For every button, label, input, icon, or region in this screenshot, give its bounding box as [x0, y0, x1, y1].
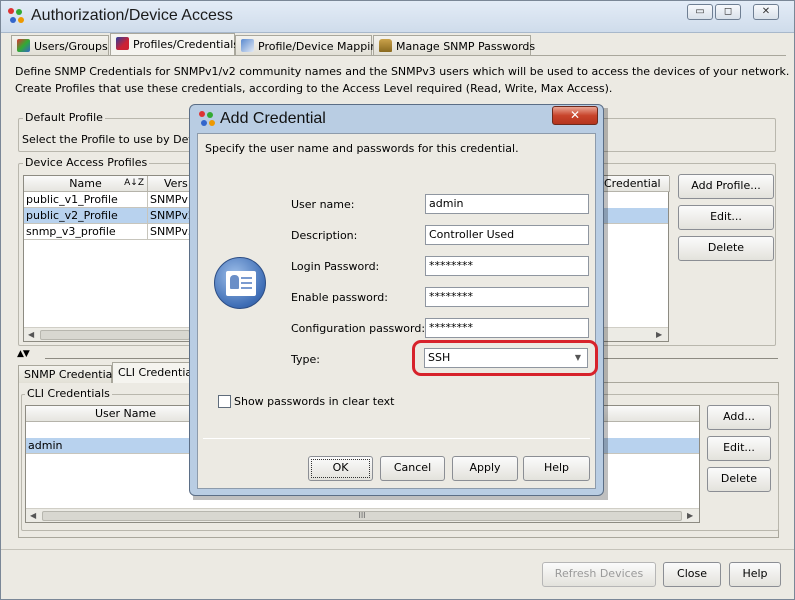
- device-access-profiles-label: Device Access Profiles: [23, 156, 150, 169]
- tab-profiles-credentials[interactable]: Profiles/Credentials: [110, 33, 239, 56]
- enable-password-field[interactable]: ********: [425, 287, 589, 307]
- dialog-body: [197, 133, 596, 489]
- dialog-title: Add Credential: [220, 110, 326, 127]
- ok-button[interactable]: OK: [308, 456, 373, 481]
- close-window-button[interactable]: ✕: [753, 4, 779, 20]
- cli-credentials-label: CLI Credentials: [25, 387, 112, 400]
- mapping-icon: [241, 39, 254, 52]
- profile-version: SNMPv2: [148, 208, 192, 224]
- description-label: Description:: [291, 229, 358, 242]
- profile-name: snmp_v3_profile: [24, 224, 148, 240]
- dialog-instruction: Specify the user name and passwords for …: [205, 142, 519, 155]
- tab-label: Manage SNMP Passwords: [396, 40, 536, 53]
- edit-cli-button[interactable]: Edit...: [707, 436, 771, 461]
- dialog-help-button[interactable]: Help: [523, 456, 590, 481]
- intro-line-1: Define SNMP Credentials for SNMPv1/v2 co…: [15, 65, 790, 78]
- cli-horizontal-scrollbar[interactable]: ◀ III ▶: [26, 508, 699, 522]
- tab-cli-credentials[interactable]: CLI Credentials: [112, 362, 201, 383]
- dialog-close-button[interactable]: ✕: [552, 106, 598, 125]
- profile-name: public_v2_Profile: [24, 208, 148, 224]
- main-titlebar: Authorization/Device Access ▭ ◻ ✕: [1, 1, 794, 33]
- login-password-label: Login Password:: [291, 260, 380, 273]
- close-button[interactable]: Close: [663, 562, 721, 587]
- tab-profile-device-mapping[interactable]: Profile/Device Mapping: [235, 35, 384, 55]
- tab-snmp-credentials[interactable]: SNMP Credentials: [18, 365, 121, 383]
- show-passwords-label[interactable]: Show passwords in clear text: [234, 395, 395, 408]
- refresh-devices-button[interactable]: Refresh Devices: [542, 562, 656, 587]
- scroll-thumb[interactable]: [40, 330, 190, 340]
- configuration-password-label: Configuration password:: [291, 322, 426, 335]
- configuration-password-field[interactable]: ********: [425, 318, 589, 338]
- intro-line-2: Create Profiles that use these credentia…: [15, 82, 613, 95]
- apply-button[interactable]: Apply: [452, 456, 518, 481]
- scroll-right-icon[interactable]: ▶: [656, 330, 662, 339]
- lock-icon: [379, 39, 392, 52]
- description-field[interactable]: Controller Used: [425, 225, 589, 245]
- dialog-titlebar[interactable]: Add Credential ✕: [190, 105, 603, 133]
- user-name-label: User name:: [291, 198, 355, 211]
- dialog-logo-icon: [199, 111, 217, 129]
- users-icon: [17, 39, 30, 52]
- app-logo-icon: [8, 8, 26, 26]
- default-profile-label: Default Profile: [23, 111, 105, 124]
- scroll-thumb[interactable]: III: [42, 511, 682, 521]
- show-passwords-checkbox[interactable]: [218, 395, 231, 408]
- window-title: Authorization/Device Access: [31, 7, 233, 24]
- column-header-name[interactable]: Name A↓Z: [24, 176, 148, 192]
- tab-manage-snmp-passwords[interactable]: Manage SNMP Passwords: [373, 35, 535, 55]
- tab-label: Profiles/Credentials: [133, 38, 239, 51]
- help-button[interactable]: Help: [729, 562, 781, 587]
- scroll-left-icon[interactable]: ◀: [28, 330, 34, 339]
- default-profile-text: Select the Profile to use by Default: [22, 133, 214, 146]
- scroll-right-icon[interactable]: ▶: [687, 511, 693, 520]
- minimize-button[interactable]: ▭: [687, 4, 713, 20]
- delete-cli-button[interactable]: Delete: [707, 467, 771, 492]
- tab-strip-divider: [11, 55, 786, 56]
- profile-version: SNMPv1: [148, 192, 192, 208]
- delete-profile-button[interactable]: Delete: [678, 236, 774, 261]
- edit-profile-button[interactable]: Edit...: [678, 205, 774, 230]
- type-label: Type:: [291, 353, 320, 366]
- tab-users-groups[interactable]: Users/Groups: [11, 35, 109, 55]
- tab-label: Profile/Device Mapping: [258, 40, 385, 53]
- cancel-button[interactable]: Cancel: [380, 456, 445, 481]
- scroll-left-icon[interactable]: ◀: [30, 511, 36, 520]
- add-cli-button[interactable]: Add...: [707, 405, 771, 430]
- footer-divider: [1, 549, 794, 550]
- login-password-field[interactable]: ********: [425, 256, 589, 276]
- column-header-version[interactable]: Vers: [148, 176, 192, 192]
- splitter-arrows-icon[interactable]: ▲▼: [17, 349, 30, 359]
- user-name-field[interactable]: admin: [425, 194, 589, 214]
- sort-icon[interactable]: A↓Z: [124, 176, 144, 191]
- tab-label: Users/Groups: [34, 40, 108, 53]
- restore-button[interactable]: ◻: [715, 4, 741, 20]
- add-profile-button[interactable]: Add Profile...: [678, 174, 774, 199]
- dialog-separator: [203, 438, 590, 439]
- enable-password-label: Enable password:: [291, 291, 388, 304]
- profiles-icon: [116, 37, 129, 50]
- type-highlight-annotation: [412, 340, 598, 376]
- profile-name: public_v1_Profile: [24, 192, 148, 208]
- profile-version: SNMPv3: [148, 224, 192, 240]
- credential-card-icon: [214, 257, 266, 309]
